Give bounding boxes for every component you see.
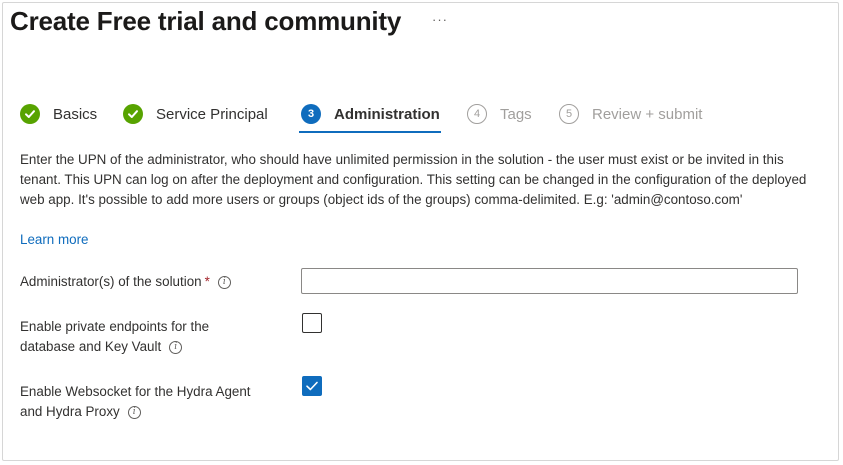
tab-review-submit[interactable]: 5 Review + submit xyxy=(559,102,702,126)
info-icon[interactable]: i xyxy=(169,340,183,354)
more-options-button[interactable]: ··· xyxy=(432,12,448,27)
tab-review-submit-label: Review + submit xyxy=(592,105,703,123)
tab-tags-label: Tags xyxy=(500,105,532,123)
checkmark-icon xyxy=(306,381,318,391)
websocket-label-line2: and Hydra Proxy xyxy=(20,404,120,419)
info-icon[interactable]: i xyxy=(127,405,141,419)
private-endpoints-label-line2: database and Key Vault xyxy=(20,339,162,354)
private-endpoints-label: Enable private endpoints for the databas… xyxy=(20,317,209,357)
tab-basics[interactable]: Basics xyxy=(20,102,97,126)
info-icon[interactable]: i xyxy=(217,275,231,289)
tab-basics-label: Basics xyxy=(53,105,98,123)
tab-tags[interactable]: 4 Tags xyxy=(467,102,532,126)
private-endpoints-checkbox[interactable] xyxy=(302,313,322,333)
admin-upn-input[interactable] xyxy=(301,268,798,294)
step-number-badge: 5 xyxy=(559,104,579,124)
websocket-label: Enable Websocket for the Hydra Agent and… xyxy=(20,382,251,422)
tab-administration-label: Administration xyxy=(334,105,440,123)
active-tab-indicator xyxy=(299,131,441,133)
step-number-badge: 3 xyxy=(301,104,321,124)
page-title: Create Free trial and community xyxy=(10,6,402,36)
step-number-badge: 4 xyxy=(467,104,487,124)
required-asterisk: * xyxy=(204,274,210,289)
tab-administration[interactable]: 3 Administration xyxy=(301,102,440,126)
tab-service-principal-label: Service Principal xyxy=(156,105,268,123)
websocket-checkbox[interactable] xyxy=(302,376,322,396)
checkmark-icon xyxy=(20,104,40,124)
admin-label-text: Administrator(s) of the solution xyxy=(20,274,202,289)
tab-service-principal[interactable]: Service Principal xyxy=(123,102,268,126)
checkmark-icon xyxy=(123,104,143,124)
websocket-label-line1: Enable Websocket for the Hydra Agent xyxy=(20,384,251,399)
private-endpoints-label-line1: Enable private endpoints for the xyxy=(20,319,210,334)
description-text: Enter the UPN of the administrator, who … xyxy=(20,152,807,207)
learn-more-link[interactable]: Learn more xyxy=(20,232,88,247)
admin-field-label: Administrator(s) of the solution * i xyxy=(20,272,231,292)
